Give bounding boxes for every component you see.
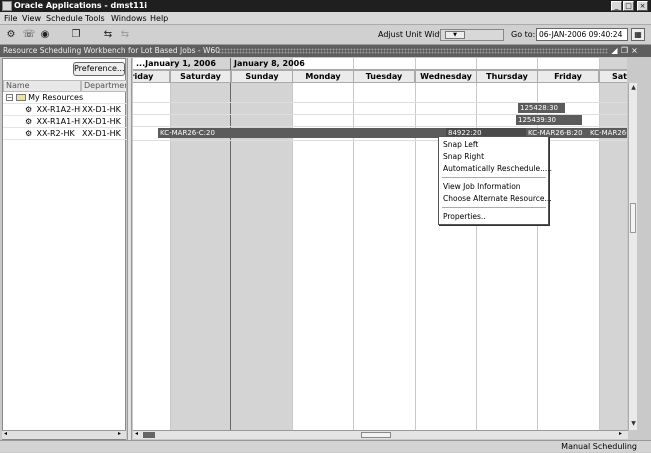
day-header: Sunday [231,70,293,83]
status-bar: Manual Scheduling [0,440,651,452]
week-header: January 8, 2006 [231,58,627,70]
resource-department: XX-D1-HK [82,105,121,114]
menu-item-choose-alternate-resource[interactable]: Choose Alternate Resource... [442,194,552,204]
day-header: Friday [133,70,170,83]
day-header: Saturday [170,70,231,83]
panel-splitter[interactable] [127,58,132,440]
move-right-icon[interactable]: ⇆ [118,28,132,42]
title-grip [218,48,608,54]
oracle-app-icon [2,1,12,11]
horizontal-scroll-thumb[interactable] [361,432,391,438]
move-left-icon[interactable]: ⇆ [101,28,115,42]
menu-view[interactable]: View [22,13,41,24]
scroll-down-icon[interactable]: ▼ [629,419,638,428]
adjust-unit-width-slider[interactable]: ▼ [440,29,504,41]
menu-item-auto-reschedule[interactable]: Automatically Reschedule..... [442,164,552,174]
day-header: Saturday [599,70,627,83]
preference-button[interactable]: Preference... [73,62,125,76]
resource-row[interactable]: ⚙ XX-R2-HK XX-D1-HK [3,128,127,140]
window-title-bar: Oracle Applications - dmst11i [0,0,651,12]
menu-file[interactable]: File [4,13,17,24]
resource-department: XX-D1-HK [82,129,121,138]
menu-windows[interactable]: Windows [111,13,147,24]
week-header: ...January 1, 2006 [133,58,230,70]
gantt-chart: ...January 1, 2006 January 8, 2006 Frida… [133,58,627,430]
phone-icon[interactable]: ☏ [22,28,36,42]
menu-tools[interactable]: Tools [85,13,105,24]
window-title: Oracle Applications - dmst11i [14,1,148,10]
resource-icon: ⚙ [25,117,33,126]
job-bar[interactable]: KC-MAR26-C:20 [158,128,446,138]
maximize-icon[interactable]: □ [623,1,634,11]
scroll-left-icon[interactable]: ◂ [4,430,7,437]
menu-item-snap-right[interactable]: Snap Right [442,152,548,162]
menu-separator [442,207,546,208]
left-panel-horizontal-scrollbar[interactable]: ◂ ▸ [2,430,126,439]
zoom-icon[interactable]: ◉ [38,28,52,42]
minimize-icon[interactable]: _ [611,1,622,11]
row-separator [133,126,627,127]
resource-name: XX-R2-HK [36,129,75,138]
menu-item-snap-left[interactable]: Snap Left [442,140,548,150]
day-header: Tuesday [353,70,415,83]
day-header: Thursday [476,70,538,83]
copy-icon[interactable]: ❐ [69,28,83,42]
job-bar[interactable]: KC-MAR26-D [588,128,627,138]
menu-schedule[interactable]: Schedule [46,13,83,24]
goto-date-input[interactable] [536,28,628,41]
menu-separator [442,177,546,178]
menu-item-properties[interactable]: Properties.. [442,212,548,222]
column-header-name[interactable]: Name [3,80,81,92]
menu-help[interactable]: Help [150,13,168,24]
vertical-scroll-thumb[interactable] [630,203,636,233]
resource-name: XX-R1A2-HK [36,105,81,114]
gantt-vertical-scrollbar[interactable]: ▲ ▼ [628,83,637,430]
close-icon[interactable]: × [637,1,648,11]
goto-label: Go to: [511,30,536,39]
menu-item-view-job-information[interactable]: View Job Information [442,182,548,192]
workbench-title: Resource Scheduling Workbench for Lot Ba… [3,46,220,55]
job-bar[interactable]: 125439:30 [516,115,582,125]
row-separator [133,140,627,141]
resource-department: XX-D1-HK [82,117,121,126]
scroll-right-icon[interactable]: ▸ [619,430,622,437]
slider-thumb[interactable]: ▼ [445,31,465,39]
tree-root-row[interactable]: − My Resources [3,92,127,104]
menu-bar: File View Schedule Tools Windows Help [0,12,651,25]
scroll-up-icon[interactable]: ▲ [629,83,638,92]
gantt-horizontal-scrollbar[interactable]: ◂ ▸ [133,430,628,439]
resource-panel: Preference... Name Department − My Resou… [2,58,127,440]
day-header: Wednesday [415,70,477,83]
day-header: Friday [537,70,599,83]
resource-icon: ⚙ [25,105,33,114]
job-bar[interactable]: 125428:30 [518,103,565,113]
folder-icon [15,94,26,101]
collapse-icon[interactable]: − [6,94,13,101]
day-header: Monday [292,70,354,83]
status-text: Manual Scheduling [561,442,637,451]
open-folder-icon[interactable]: ⚙ [4,28,18,42]
inner-restore-icon[interactable]: ◢ [610,46,619,55]
adjust-unit-width-label: Adjust Unit Width [378,30,448,39]
context-menu: Snap Left Snap Right Automatically Resch… [438,136,552,225]
column-header-department[interactable]: Department [81,80,127,92]
resource-name: XX-R1A1-HK [36,117,81,126]
inner-close-icon[interactable]: × [630,46,639,55]
toolbar: ⚙ ☏ ◉ ❐ ⇆ ⇆ Adjust Unit Width ▼ Go to: ▦ [0,25,651,45]
resource-row[interactable]: ⚙ XX-R1A1-HK XX-D1-HK [3,116,127,128]
scroll-right-icon[interactable]: ▸ [118,430,121,437]
tree-root-label: My Resources [28,93,84,102]
inner-maximize-icon[interactable]: ❐ [620,46,629,55]
scroll-track-shade [143,432,155,438]
scroll-left-icon[interactable]: ◂ [135,430,138,437]
resource-row[interactable]: ⚙ XX-R1A2-HK XX-D1-HK [3,104,127,116]
calendar-icon[interactable]: ▦ [631,28,645,41]
resource-icon: ⚙ [25,129,33,138]
